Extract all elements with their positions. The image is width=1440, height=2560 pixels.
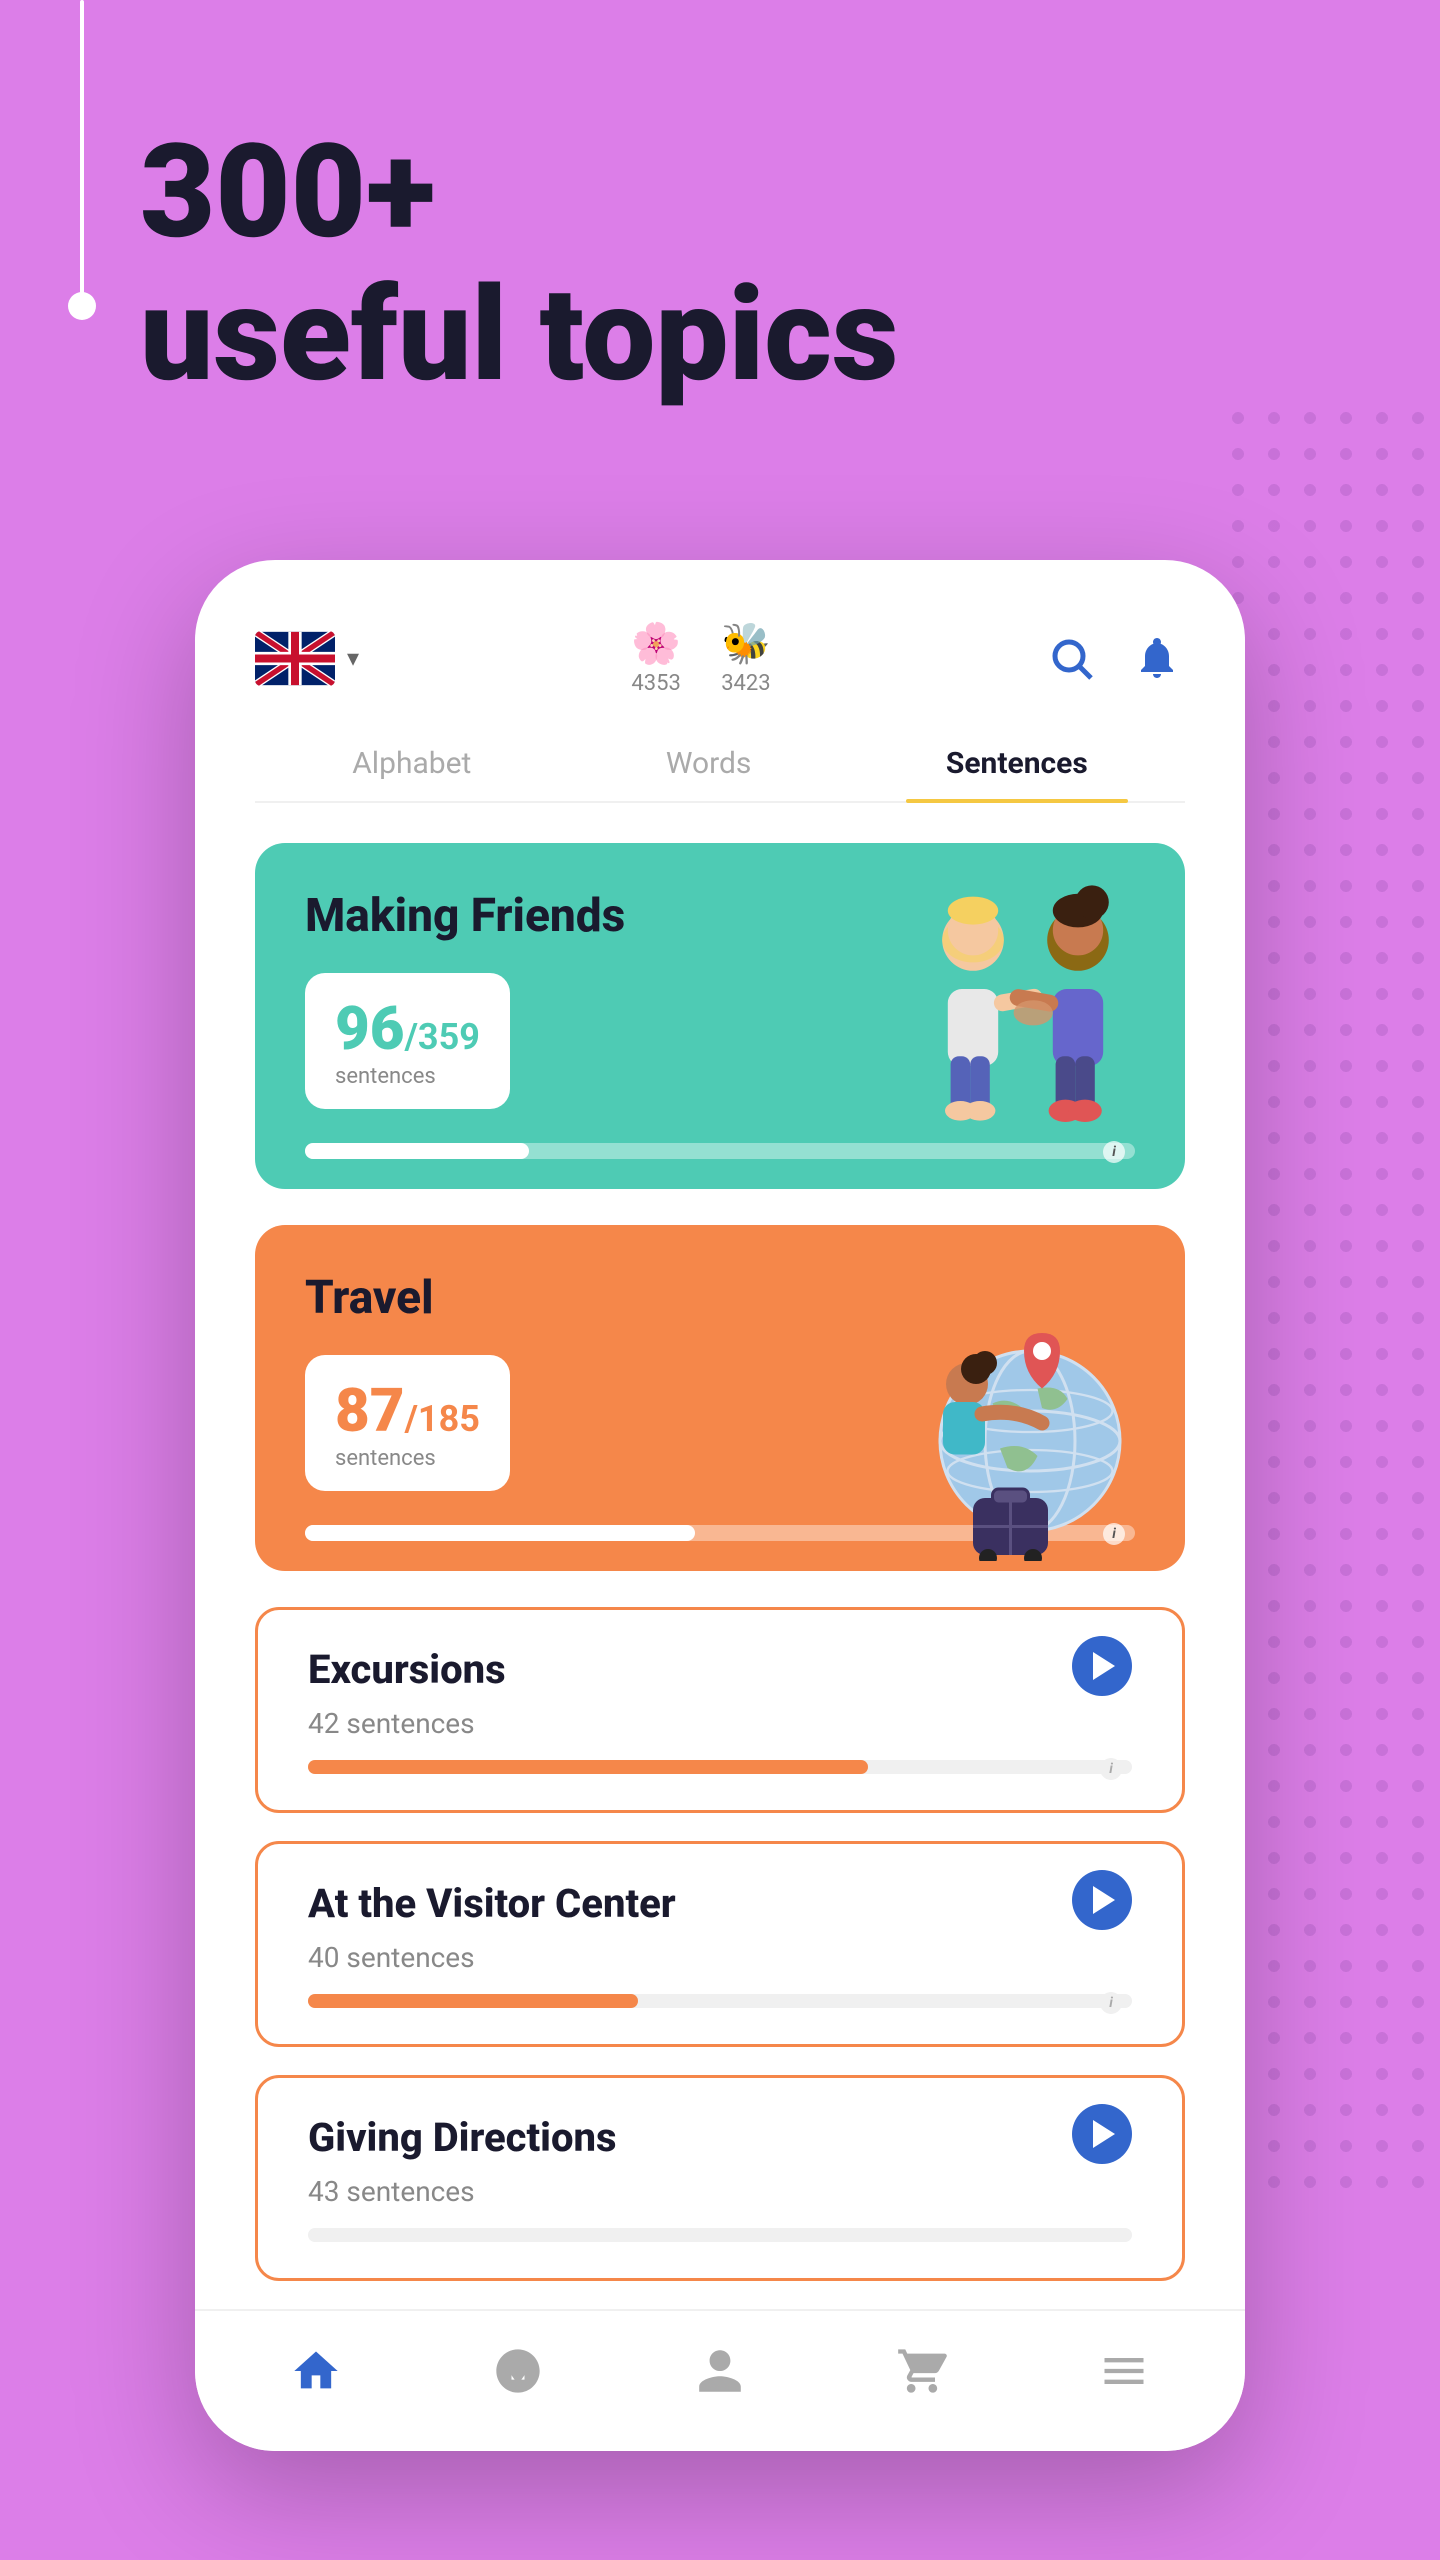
nav-explore[interactable] <box>488 2341 548 2401</box>
visitor-center-title: At the Visitor Center <box>308 1880 676 1927</box>
visitor-center-header: At the Visitor Center 40 sentences <box>308 1880 1132 1994</box>
background-dots <box>1220 400 1440 2200</box>
travel-total: /185 <box>405 1398 480 1440</box>
tab-sentences[interactable]: Sentences <box>906 726 1128 801</box>
menu-icon <box>1094 2341 1154 2401</box>
travel-label: sentences <box>335 1446 480 1471</box>
search-button[interactable] <box>1043 630 1099 686</box>
card-travel-stats: 87/185 sentences <box>305 1355 510 1491</box>
card-travel[interactable]: Travel 87/185 sentences i <box>255 1225 1185 1571</box>
making-friends-total: /359 <box>405 1016 480 1058</box>
uk-flag <box>255 631 335 686</box>
card-giving-directions[interactable]: Giving Directions 43 sentences <box>255 2075 1185 2281</box>
headline-line2: useful topics <box>140 263 1440 406</box>
tab-words[interactable]: Words <box>626 726 792 801</box>
giving-directions-sentences: 43 sentences <box>308 2175 617 2208</box>
bottom-navigation <box>195 2309 1245 2451</box>
excursions-text: Excursions 42 sentences <box>308 1646 506 1760</box>
app-header: ▾ 🌸 4353 🐝 3423 <box>255 620 1185 726</box>
flower-icon: 🌸 <box>631 620 681 667</box>
person-icon <box>690 2341 750 2401</box>
play-triangle-icon-3 <box>1093 2120 1115 2148</box>
visitor-center-text: At the Visitor Center 40 sentences <box>308 1880 676 1994</box>
flower-count: 4353 <box>631 671 680 696</box>
card-making-friends-stats: 96/359 sentences <box>305 973 510 1109</box>
making-friends-info[interactable]: i <box>1103 1141 1125 1163</box>
stats-container: 🌸 4353 🐝 3423 <box>631 620 771 696</box>
stat-bees: 🐝 3423 <box>721 620 771 696</box>
nav-home[interactable] <box>286 2341 346 2401</box>
phone-frame: ▾ 🌸 4353 🐝 3423 <box>195 560 1245 2451</box>
excursions-title: Excursions <box>308 1646 506 1693</box>
visitor-center-info[interactable]: i <box>1100 1992 1122 2014</box>
giving-directions-text: Giving Directions 43 sentences <box>308 2114 617 2228</box>
making-friends-count: 96 <box>335 993 405 1064</box>
flag-container[interactable]: ▾ <box>255 631 359 686</box>
cart-icon <box>892 2341 952 2401</box>
bee-icon: 🐝 <box>721 620 771 667</box>
making-friends-illustration <box>875 863 1155 1143</box>
tab-alphabet[interactable]: Alphabet <box>312 726 511 801</box>
navigation-tabs: Alphabet Words Sentences <box>255 726 1185 803</box>
card-making-friends[interactable]: Making Friends 96/359 sentences i <box>255 843 1185 1189</box>
bee-count: 3423 <box>721 671 770 696</box>
making-friends-progress: i <box>305 1143 1135 1159</box>
top-section: 300+ useful topics <box>0 0 1440 486</box>
nav-menu[interactable] <box>1094 2341 1154 2401</box>
stat-flowers: 🌸 4353 <box>631 620 681 696</box>
visitor-center-play-button[interactable] <box>1072 1870 1132 1930</box>
nav-profile[interactable] <box>690 2341 750 2401</box>
giving-directions-play-button[interactable] <box>1072 2104 1132 2164</box>
travel-count: 87 <box>335 1375 405 1446</box>
headline: 300+ useful topics <box>140 120 1440 406</box>
rocket-icon <box>488 2341 548 2401</box>
header-actions <box>1043 630 1185 686</box>
travel-progress-fill <box>305 1525 695 1541</box>
excursions-progress: i <box>308 1760 1132 1774</box>
flag-dropdown-arrow: ▾ <box>347 644 359 672</box>
play-triangle-icon-2 <box>1093 1886 1115 1914</box>
visitor-center-sentences: 40 sentences <box>308 1941 676 1974</box>
visitor-center-progress: i <box>308 1994 1132 2008</box>
excursions-info[interactable]: i <box>1100 1758 1122 1780</box>
excursions-progress-fill <box>308 1760 868 1774</box>
making-friends-label: sentences <box>335 1064 480 1089</box>
play-triangle-icon <box>1093 1652 1115 1680</box>
making-friends-progress-fill <box>305 1143 529 1159</box>
excursions-header: Excursions 42 sentences <box>308 1646 1132 1760</box>
headline-line1: 300+ <box>140 120 1440 263</box>
phone-container: ▾ 🌸 4353 🐝 3423 <box>195 560 1245 2451</box>
travel-illustration <box>865 1291 1165 1551</box>
giving-directions-title: Giving Directions <box>308 2114 617 2161</box>
excursions-sentences: 42 sentences <box>308 1707 506 1740</box>
visitor-center-progress-fill <box>308 1994 638 2008</box>
excursions-play-button[interactable] <box>1072 1636 1132 1696</box>
nav-shop[interactable] <box>892 2341 952 2401</box>
giving-directions-progress <box>308 2228 1132 2242</box>
notification-button[interactable] <box>1129 630 1185 686</box>
card-excursions[interactable]: Excursions 42 sentences i <box>255 1607 1185 1813</box>
card-visitor-center[interactable]: At the Visitor Center 40 sentences i <box>255 1841 1185 2047</box>
giving-directions-header: Giving Directions 43 sentences <box>308 2114 1132 2228</box>
home-icon <box>286 2341 346 2401</box>
